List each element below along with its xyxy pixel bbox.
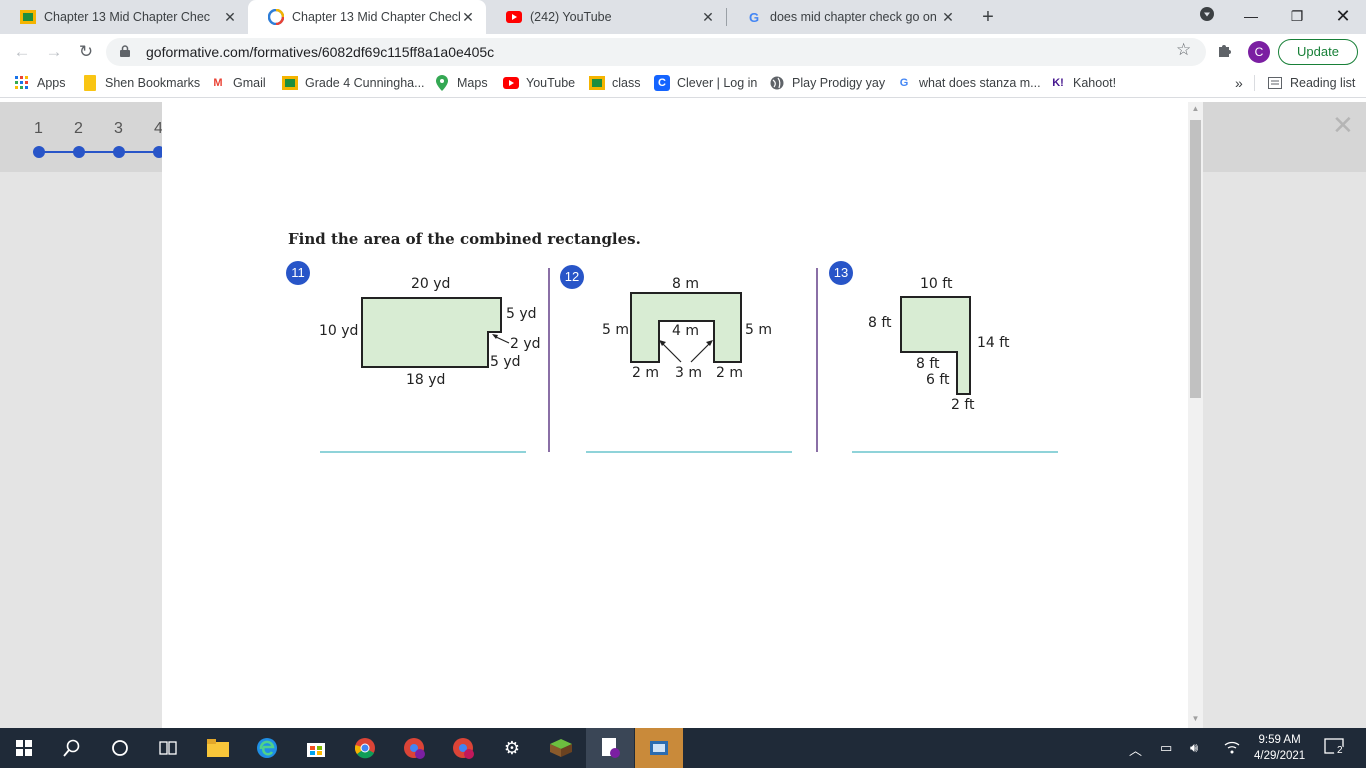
show-hidden-icons-chevron-icon[interactable]: ︿ — [1129, 740, 1142, 759]
dimension-label: 2 ft — [951, 397, 975, 413]
clock-time: 9:59 AM — [1258, 734, 1301, 746]
dimension-label: 10 ft — [920, 276, 953, 292]
system-clock[interactable]: 9:59 AM 4/29/2021 — [1254, 732, 1305, 764]
store-icon[interactable] — [292, 728, 340, 768]
search-icon[interactable] — [48, 728, 96, 768]
dimension-label: 14 ft — [977, 335, 1010, 351]
notification-icon[interactable]: 2 — [1324, 736, 1346, 761]
task-view-icon[interactable] — [144, 728, 192, 768]
dimension-label: 8 ft — [868, 315, 892, 331]
problem-13-figure — [900, 296, 971, 395]
notification-count: 2 — [1337, 745, 1343, 756]
clock-date: 4/29/2021 — [1254, 750, 1306, 762]
dimension-label: 6 ft — [926, 372, 950, 388]
edge-icon[interactable] — [243, 728, 291, 768]
windows-taskbar: ⚙ ︿ ▭ 🔊︎ 9:59 AM 4/29/2021 2 — [0, 728, 1366, 768]
settings-gear-icon[interactable]: ⚙ — [488, 728, 536, 768]
minecraft-icon[interactable] — [537, 728, 585, 768]
wifi-icon[interactable] — [1224, 740, 1240, 757]
cortana-icon[interactable] — [96, 728, 144, 768]
volume-icon[interactable]: 🔊︎ — [1190, 740, 1198, 756]
battery-icon[interactable]: ▭ — [1160, 740, 1172, 756]
chrome-profile-icon[interactable] — [439, 728, 487, 768]
document-app-icon[interactable] — [586, 728, 634, 768]
windows-start-icon[interactable] — [0, 728, 48, 768]
file-explorer-icon[interactable] — [194, 728, 242, 768]
snipping-tool-icon[interactable] — [635, 728, 683, 768]
dimension-label: 8 ft — [916, 356, 940, 372]
answer-blank-13 — [852, 451, 1058, 453]
chrome-icon[interactable] — [341, 728, 389, 768]
chrome-profile-icon[interactable] — [390, 728, 438, 768]
